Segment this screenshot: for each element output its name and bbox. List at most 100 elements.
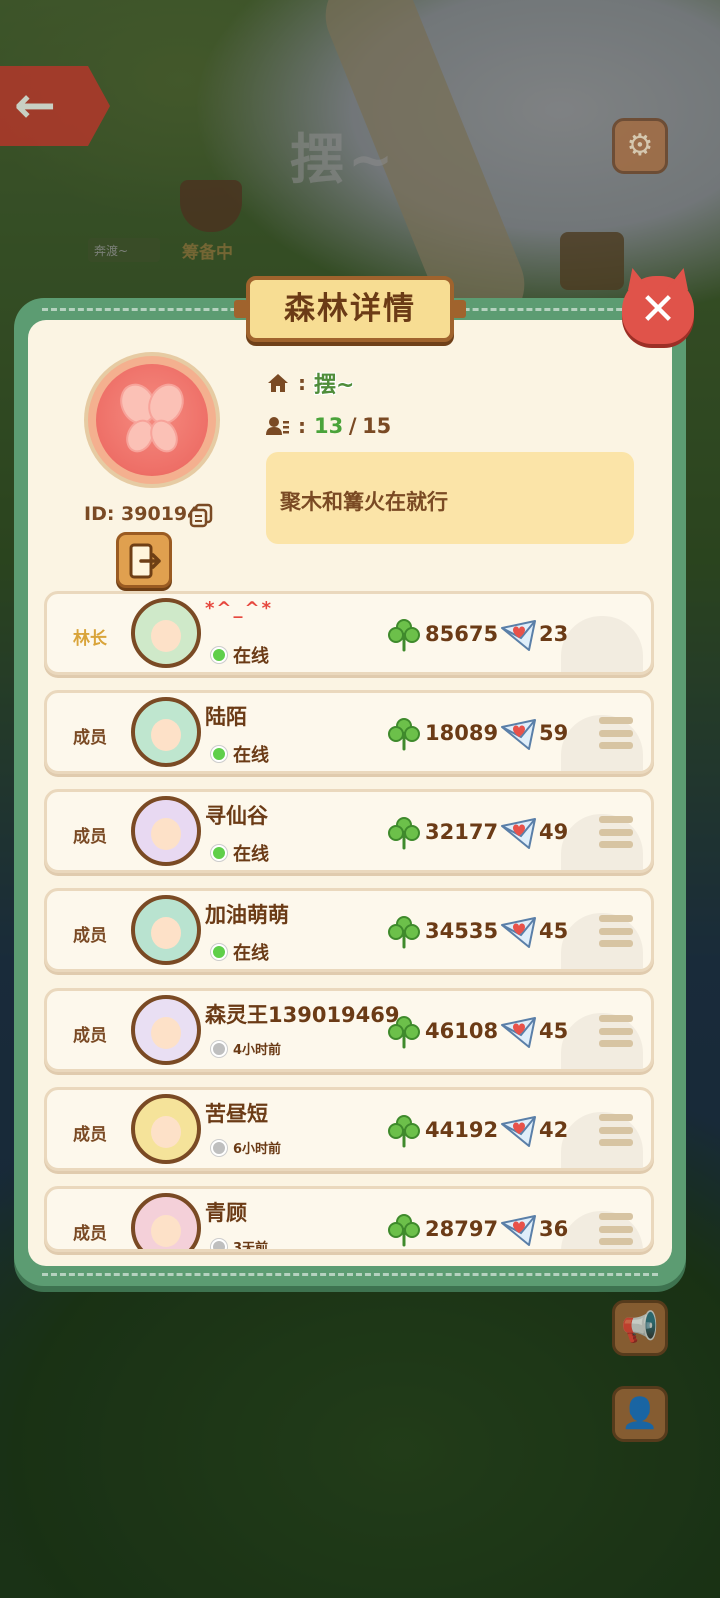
member-status-text: 在线 [233,646,269,667]
avatar-face [151,620,181,652]
love-letter-icon [501,1215,536,1246]
menu-line [599,828,633,836]
menu-line [599,1213,633,1220]
member-status: 在线 [211,840,269,866]
love-letter-icon [501,1116,536,1147]
clover-icon [388,1115,420,1148]
member-gifts: 45 [539,919,569,943]
member-avatar[interactable] [131,1094,201,1164]
menu-line [599,1126,633,1134]
member-menu-button[interactable] [599,1015,633,1047]
member-name: 森灵王139019469 [205,1003,400,1027]
member-avatar[interactable] [131,796,201,866]
menu-line [599,717,633,724]
member-role: 成员 [73,1026,107,1046]
member-contribution: 28797 [425,1217,499,1241]
dialog-title: 森林详情 [284,291,416,327]
member-row[interactable]: 成员 森灵王139019469 4小时前 46108 45 [44,988,654,1072]
member-menu-button[interactable] [599,717,633,749]
row-decoration [561,616,643,672]
member-gifts: 59 [539,721,569,745]
close-button[interactable]: ✕ [622,276,694,344]
clover-icon [388,916,420,949]
offline-dot-icon [211,1139,227,1156]
member-menu-button[interactable] [599,1213,633,1245]
member-status: 在线 [211,741,269,767]
member-name: 青顾 [205,1201,247,1225]
leave-forest-button[interactable] [116,532,172,588]
exit-door-icon [129,543,161,579]
clover-icon [388,1214,420,1247]
love-letter-icon [501,620,536,651]
online-dot-icon [211,845,227,861]
close-x-icon: ✕ [639,284,677,335]
gear-icon: ⚙ [626,128,654,163]
online-dot-icon [211,944,227,960]
member-status-text: 在线 [233,745,269,766]
menu-line [599,927,633,935]
menu-line [599,1238,633,1245]
member-count-row: : 13 / 15 [266,414,391,438]
member-gifts: 23 [539,622,569,646]
person-icon: 👤 [621,1396,659,1431]
member-menu-button[interactable] [599,915,633,947]
member-menu-button[interactable] [599,816,633,848]
forest-motto: 聚木和篝火在就行 [266,452,634,544]
member-row[interactable]: 成员 苦昼短 6小时前 44192 42 [44,1087,654,1171]
forest-name: 摆~ [314,373,355,398]
member-avatar[interactable] [131,995,201,1065]
avatar-face [151,1215,181,1247]
member-role: 成员 [73,926,107,946]
menu-line [599,1139,633,1146]
member-avatar[interactable] [131,1193,201,1249]
love-letter-icon [501,719,536,750]
member-name: 陆陌 [205,705,247,729]
online-dot-icon [211,647,227,663]
member-count-separator: / [348,414,357,438]
member-contribution: 32177 [425,820,499,844]
clover-icon [388,1016,420,1049]
member-status: 在线 [211,939,269,965]
member-status-text: 在线 [233,844,269,865]
member-status: 在线 [211,642,269,668]
menu-line [599,1015,633,1022]
forest-id: ID: 390194 [84,503,201,525]
member-count-current: 13 [314,414,344,438]
member-avatar[interactable] [131,895,201,965]
member-avatar[interactable] [131,697,201,767]
menu-line [599,841,633,848]
member-row[interactable]: 成员 青顾 3天前 28797 36 [44,1186,654,1252]
member-status-text: 4小时前 [233,1043,282,1058]
colon: : [298,414,306,438]
avatar-face [151,818,181,850]
member-name: 苦昼短 [205,1102,268,1126]
member-row[interactable]: 成员 陆陌 在线 18089 59 [44,690,654,774]
member-status-text: 6小时前 [233,1142,282,1157]
menu-line [599,1114,633,1121]
member-role: 成员 [73,1224,107,1244]
menu-line [599,940,633,947]
member-contribution: 85675 [425,622,499,646]
dialog-title-tab: 森林详情 [234,276,466,342]
member-row[interactable]: 林长 *^_^* 在线 85675 23 [44,591,654,675]
home-icon [268,374,288,392]
member-row[interactable]: 成员 加油萌萌 在线 34535 45 [44,888,654,972]
clover-icon [388,718,420,751]
settings-button[interactable]: ⚙ [612,118,668,174]
menu-line [599,729,633,737]
member-status: 6小时前 [211,1138,281,1157]
profile-button[interactable]: 👤 [612,1386,668,1442]
member-menu-button[interactable] [599,1114,633,1146]
announce-button[interactable]: 📢 [612,1300,668,1356]
forest-name-row: : 摆~ [266,367,354,399]
menu-line [599,742,633,749]
member-name: *^_^* [205,598,273,619]
copy-icon[interactable] [188,502,214,528]
member-contribution: 46108 [425,1019,499,1043]
love-letter-icon [501,1017,536,1048]
back-button[interactable]: ← [0,66,110,146]
member-row[interactable]: 成员 寻仙谷 在线 32177 49 [44,789,654,873]
member-avatar[interactable] [131,598,201,668]
member-role: 成员 [73,728,107,748]
menu-line [599,915,633,922]
